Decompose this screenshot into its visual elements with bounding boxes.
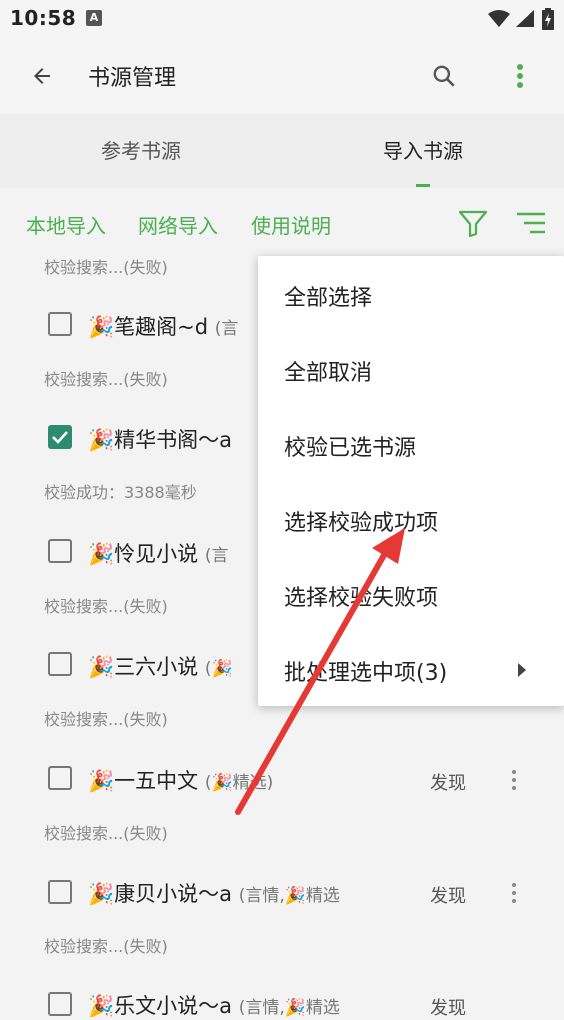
tab-bar: 参考书源 导入书源	[0, 114, 564, 188]
checkmark-icon	[52, 431, 68, 444]
item-status: 校验搜索...(失败)	[44, 597, 168, 616]
menu-item-select-success[interactable]: 选择校验成功项	[284, 505, 438, 537]
menu-item-select-failed[interactable]: 选择校验失败项	[284, 580, 438, 612]
sort-icon[interactable]	[514, 206, 548, 240]
discover-label[interactable]: 发现	[430, 994, 466, 1020]
item-checkbox[interactable]	[48, 539, 72, 563]
more-vert-icon	[517, 64, 523, 88]
item-status: 校验搜索...(失败)	[44, 937, 168, 956]
item-name: 🎉精华书阁～a	[88, 428, 233, 452]
status-icons	[488, 8, 554, 30]
page-title: 书源管理	[88, 66, 177, 91]
item-name: 🎉一五中文 (🎉精选)	[88, 769, 274, 793]
batch-actions-menu: 全部选择 全部取消 校验已选书源 选择校验成功项 选择校验失败项 批处理选中项(…	[258, 256, 564, 706]
item-name: 🎉康贝小说～a (言情,🎉精选	[88, 882, 340, 906]
tab-import-sources[interactable]: 导入书源	[282, 114, 564, 188]
item-name: 🎉笔趣阁~d (言	[88, 315, 239, 339]
status-time: 10:58	[10, 6, 77, 30]
item-checkbox[interactable]	[48, 766, 72, 790]
menu-item-deselect-all[interactable]: 全部取消	[284, 355, 372, 387]
overflow-menu-button[interactable]	[504, 58, 536, 94]
back-arrow-icon	[34, 68, 50, 84]
usage-guide-link[interactable]: 使用说明	[251, 210, 331, 239]
item-name: 🎉三六小说 (🎉	[88, 655, 233, 679]
battery-icon	[542, 8, 554, 30]
item-status: 校验搜索...(失败)	[44, 824, 168, 843]
item-name: 🎉怜见小说 (言	[88, 542, 229, 566]
local-import-link[interactable]: 本地导入	[26, 210, 106, 239]
item-checkbox[interactable]	[48, 652, 72, 676]
signal-icon	[516, 10, 534, 27]
item-more-vert-icon[interactable]	[508, 768, 520, 792]
notification-indicator-icon: A	[86, 10, 102, 26]
item-status: 校验成功：3388毫秒	[44, 483, 197, 502]
item-checkbox[interactable]	[48, 880, 72, 904]
discover-label[interactable]: 发现	[430, 882, 466, 908]
item-checkbox[interactable]	[48, 992, 72, 1016]
menu-item-select-all[interactable]: 全部选择	[284, 280, 372, 312]
app-toolbar: 书源管理	[0, 38, 564, 114]
network-import-link[interactable]: 网络导入	[138, 210, 218, 239]
status-bar: 10:58 A	[0, 0, 564, 38]
chevron-right-icon	[518, 663, 526, 677]
tab-indicator	[416, 184, 430, 187]
search-icon	[433, 65, 455, 87]
menu-item-batch-selected[interactable]: 批处理选中项(3)	[284, 655, 447, 687]
item-status: 校验搜索...(失败)	[44, 710, 168, 729]
wifi-icon	[488, 10, 510, 27]
item-checkbox[interactable]	[48, 312, 72, 336]
item-status: 校验搜索...(失败)	[44, 370, 168, 389]
discover-label[interactable]: 发现	[430, 769, 466, 795]
search-button[interactable]	[424, 58, 464, 94]
tab-reference-sources[interactable]: 参考书源	[0, 114, 282, 188]
filter-icon[interactable]	[456, 206, 490, 240]
item-status: 校验搜索...(失败)	[44, 258, 168, 277]
back-button[interactable]	[24, 58, 60, 94]
item-more-vert-icon[interactable]	[508, 881, 520, 905]
menu-item-check-selected[interactable]: 校验已选书源	[284, 430, 416, 462]
action-bar: 本地导入 网络导入 使用说明	[0, 188, 564, 254]
item-name: 🎉乐文小说～a (言情,🎉精选	[88, 994, 340, 1018]
item-checkbox-checked[interactable]	[48, 425, 72, 449]
